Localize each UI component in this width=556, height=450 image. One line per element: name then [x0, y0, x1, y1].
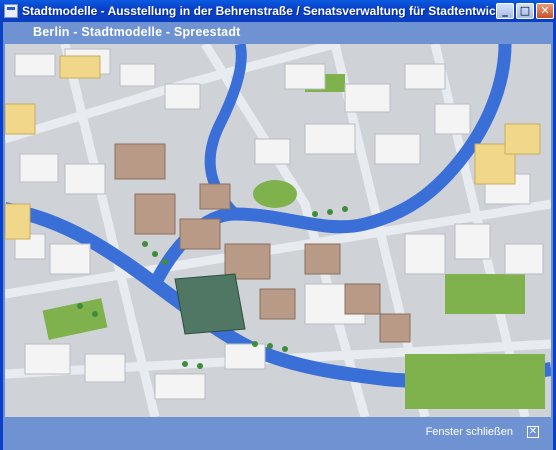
city-model-image — [5, 44, 551, 417]
close-icon[interactable]: ✕ — [527, 426, 539, 438]
close-window-link[interactable]: Fenster schließen — [426, 426, 513, 438]
maximize-button[interactable]: □ — [516, 3, 534, 19]
title-bar[interactable]: Stadtmodelle - Ausstellung in der Behren… — [0, 0, 556, 22]
city-model-svg — [5, 44, 551, 417]
window-controls: _ □ ✕ — [496, 3, 554, 19]
app-window: Stadtmodelle - Ausstellung in der Behren… — [0, 0, 556, 450]
close-window-button[interactable]: ✕ — [536, 3, 554, 19]
page-header: Berlin - Stadtmodelle - Spreestadt — [3, 22, 553, 44]
window-title: Stadtmodelle - Ausstellung in der Behren… — [22, 4, 496, 18]
page-title: Berlin - Stadtmodelle - Spreestadt — [33, 25, 241, 39]
minimize-button[interactable]: _ — [496, 3, 514, 19]
page-footer: Fenster schließen ✕ — [3, 417, 553, 450]
window-app-icon — [4, 4, 18, 18]
